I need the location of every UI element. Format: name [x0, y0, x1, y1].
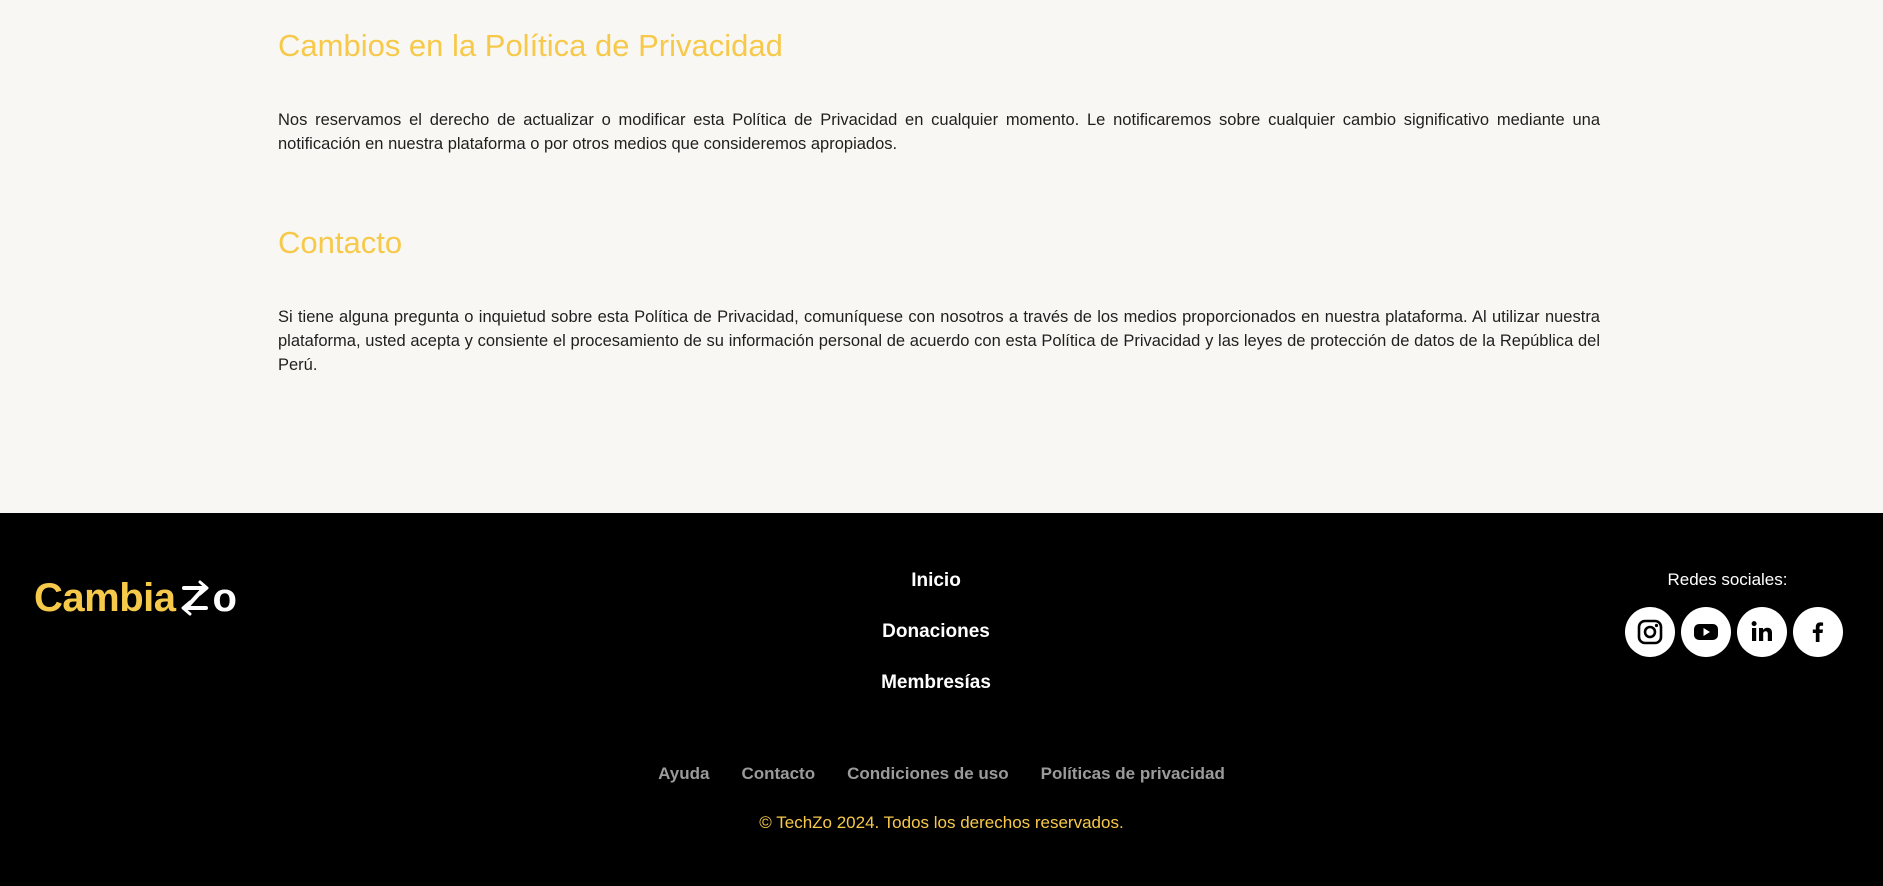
exchange-z-icon — [181, 580, 208, 616]
section-title-contact: Contacto — [278, 225, 403, 260]
nav-link-donaciones[interactable]: Donaciones — [836, 620, 1036, 671]
instagram-button[interactable] — [1625, 607, 1675, 657]
instagram-icon — [1637, 619, 1663, 645]
section-body-changes: Nos reservamos el derecho de actualizar … — [278, 111, 1600, 153]
footer-nav: Inicio Donaciones Membresías — [836, 569, 1036, 722]
link-ayuda[interactable]: Ayuda — [658, 763, 709, 785]
section-title-changes: Cambios en la Política de Privacidad — [278, 28, 783, 63]
social-label: Redes sociales: — [1667, 570, 1788, 589]
section-body-contact: Si tiene alguna pregunta o inquietud sob… — [278, 308, 1600, 374]
youtube-button[interactable] — [1681, 607, 1731, 657]
facebook-button[interactable] — [1793, 607, 1843, 657]
youtube-icon — [1694, 624, 1718, 640]
facebook-icon — [1812, 622, 1824, 642]
footer-bottom-links: Ayuda Contacto Condiciones de uso Políti… — [0, 763, 1883, 785]
linkedin-icon — [1751, 621, 1772, 641]
cambiazo-logo[interactable]: Cambia o — [34, 577, 237, 619]
social-buttons — [1625, 607, 1850, 657]
linkedin-button[interactable] — [1737, 607, 1787, 657]
logo-text-end: o — [212, 576, 237, 620]
link-politicas-de-privacidad[interactable]: Políticas de privacidad — [1041, 763, 1225, 785]
nav-link-inicio[interactable]: Inicio — [836, 569, 1036, 620]
nav-link-membresias[interactable]: Membresías — [836, 671, 1036, 722]
logo-text: Cambia — [34, 576, 176, 620]
site-footer: Cambia o Inicio Donaciones Membresías Re… — [0, 513, 1883, 886]
social-section: Redes sociales: — [1620, 569, 1850, 657]
link-contacto[interactable]: Contacto — [741, 763, 815, 785]
copyright-text: © TechZo 2024. Todos los derechos reserv… — [759, 813, 1124, 832]
link-condiciones-de-uso[interactable]: Condiciones de uso — [847, 763, 1009, 785]
